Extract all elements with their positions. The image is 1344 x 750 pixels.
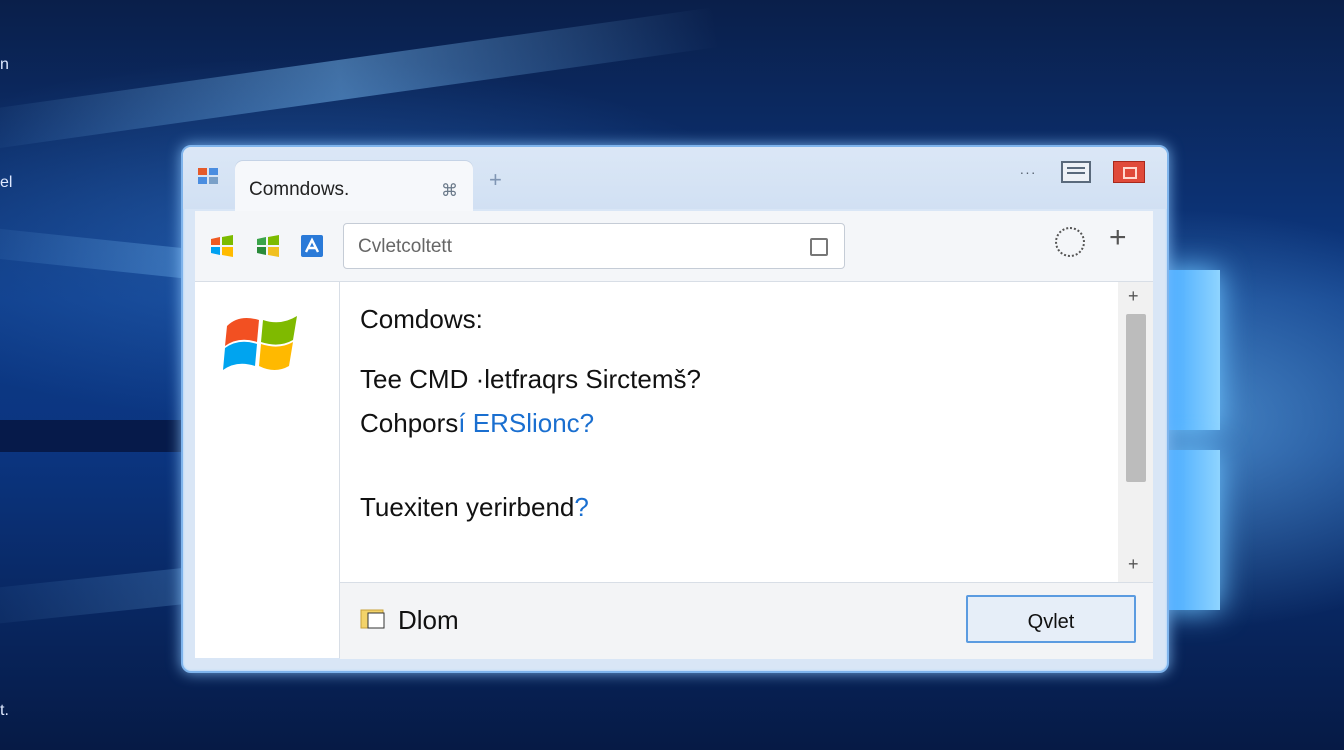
dialog-footer: Dlom Qvlet xyxy=(340,582,1153,659)
message-content: Comdows: Tee CMD ·letfraqrs Sirctemš? Co… xyxy=(340,282,1118,582)
scroll-down-button[interactable]: + xyxy=(1128,554,1139,575)
message-line: Tuexiten yerirbend? xyxy=(360,492,589,523)
dialog-body: Comdows: Tee CMD ·letfraqrs Sirctemš? Co… xyxy=(195,282,1153,659)
desktop-edge-text: n xyxy=(0,56,9,73)
question-mark: ? xyxy=(579,408,595,438)
toolbar: Cvletcoltett + xyxy=(195,211,1153,282)
windows-wallpaper-logo xyxy=(1160,250,1220,630)
app-icon xyxy=(198,168,218,184)
folder-icon xyxy=(360,609,385,629)
desktop-edge-text: t. xyxy=(0,702,9,719)
scroll-up-button[interactable]: + xyxy=(1128,286,1139,307)
loading-icon[interactable] xyxy=(1055,227,1085,257)
close-button[interactable] xyxy=(1113,161,1145,183)
windows-logo-icon xyxy=(223,316,297,370)
left-panel xyxy=(195,282,340,658)
add-button[interactable]: + xyxy=(1109,221,1127,255)
title-bar: Comndows. ⌘ + ··· xyxy=(183,147,1167,211)
desktop-edge-text: el xyxy=(0,174,13,191)
scrollbar[interactable]: + + xyxy=(1118,282,1153,582)
message-line: Cohporsí ERSlionc? xyxy=(360,408,594,439)
tab-main[interactable]: Comndows. ⌘ xyxy=(235,161,473,211)
quit-button[interactable]: Qvlet xyxy=(966,595,1136,643)
dialog-window: Comndows. ⌘ + ··· Cvletcoltett + Comdows… xyxy=(181,145,1169,673)
message-text-highlight: í ERSlionc xyxy=(458,408,580,438)
minimize-button[interactable]: ··· xyxy=(1013,161,1043,183)
tab-label: Comndows. xyxy=(249,179,350,200)
message-heading: Comdows: xyxy=(360,304,483,334)
scroll-thumb[interactable] xyxy=(1126,314,1146,482)
logo-pane xyxy=(1160,450,1220,610)
pin-icon[interactable]: ⌘ xyxy=(441,181,458,201)
address-text: Cvletcoltett xyxy=(358,236,452,257)
new-tab-button[interactable]: + xyxy=(489,167,502,193)
light-ray xyxy=(0,7,720,153)
logo-pane xyxy=(1160,270,1220,430)
maximize-button[interactable] xyxy=(1061,161,1091,183)
message-text: Cohpors xyxy=(360,408,459,438)
shortcut-icon[interactable] xyxy=(299,233,325,259)
message-text: Tuexiten yeri xyxy=(360,492,508,522)
message-text: rbend xyxy=(507,492,575,522)
address-field[interactable]: Cvletcoltett xyxy=(343,223,845,269)
windows-flag-icon[interactable] xyxy=(209,233,235,259)
square-icon[interactable] xyxy=(810,238,828,256)
message-line: Tee CMD ·letfraqrs Sirctemš? xyxy=(360,364,701,394)
windows-flag-green-icon[interactable] xyxy=(255,233,281,259)
background-band xyxy=(0,420,200,452)
question-mark: ? xyxy=(574,492,589,522)
footer-label: Dlom xyxy=(398,605,459,635)
